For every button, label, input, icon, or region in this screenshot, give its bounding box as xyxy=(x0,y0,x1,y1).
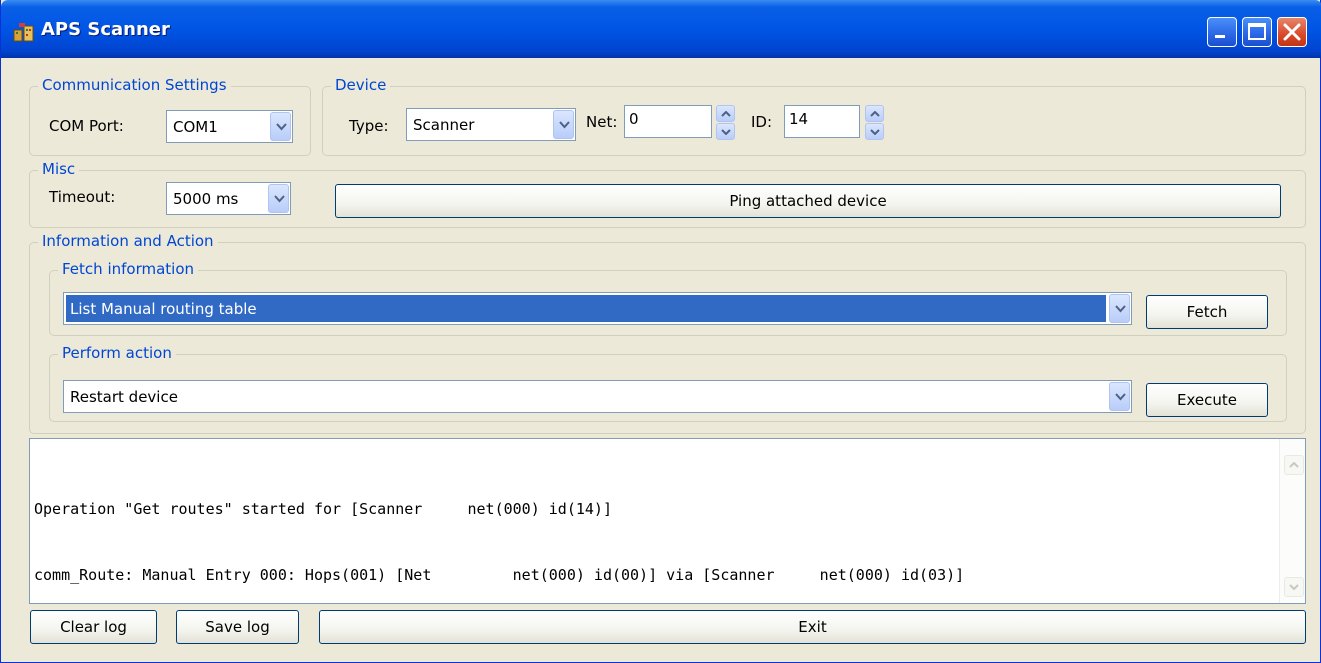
perform-action-dropdown-button[interactable] xyxy=(1109,382,1130,411)
log-line: Operation "Get routes" started for [Scan… xyxy=(34,500,612,518)
com-port-label: COM Port: xyxy=(49,117,124,135)
perform-action-select[interactable]: Restart device xyxy=(63,380,1132,413)
chevron-down-icon xyxy=(1289,584,1299,590)
com-port-value: COM1 xyxy=(173,118,218,136)
fetch-information-dropdown-button[interactable] xyxy=(1109,294,1130,323)
exit-button[interactable]: Exit xyxy=(319,610,1306,644)
save-log-button[interactable]: Save log xyxy=(176,610,299,644)
fetch-button[interactable]: Fetch xyxy=(1146,295,1268,329)
chevron-down-icon xyxy=(1115,305,1126,313)
id-decrement-button[interactable] xyxy=(865,123,884,140)
net-input[interactable]: 0 xyxy=(624,105,712,138)
timeout-value: 5000 ms xyxy=(173,190,239,208)
net-label: Net: xyxy=(586,113,618,131)
close-button[interactable] xyxy=(1277,17,1307,47)
title-bar[interactable]: APS Scanner xyxy=(1,0,1321,58)
chevron-up-icon xyxy=(721,111,731,117)
misc-legend: Misc xyxy=(38,160,80,178)
id-value: 14 xyxy=(789,110,809,128)
id-increment-button[interactable] xyxy=(865,105,884,122)
timeout-dropdown-button[interactable] xyxy=(268,184,289,213)
id-spinner[interactable] xyxy=(865,105,884,140)
id-label: ID: xyxy=(751,113,773,131)
information-action-legend: Information and Action xyxy=(38,232,218,250)
device-type-dropdown-button[interactable] xyxy=(553,110,574,139)
device-legend: Device xyxy=(331,76,391,94)
log-output[interactable]: Operation "Get routes" started for [Scan… xyxy=(29,438,1306,604)
log-scrollbar[interactable] xyxy=(1279,439,1305,603)
fetch-information-select[interactable]: List Manual routing table xyxy=(63,292,1132,325)
com-port-dropdown-button[interactable] xyxy=(270,112,291,141)
chevron-up-icon xyxy=(870,111,880,117)
net-spinner[interactable] xyxy=(716,105,735,140)
device-type-label: Type: xyxy=(349,117,389,135)
chevron-down-icon xyxy=(721,129,731,135)
chevron-down-icon xyxy=(559,121,570,129)
window-title: APS Scanner xyxy=(41,19,170,40)
maximize-button[interactable] xyxy=(1242,17,1272,47)
execute-button[interactable]: Execute xyxy=(1146,383,1268,417)
net-value: 0 xyxy=(629,110,639,128)
scroll-up-button[interactable] xyxy=(1284,455,1304,475)
chevron-down-icon xyxy=(1115,393,1126,401)
fetch-information-legend: Fetch information xyxy=(58,260,199,278)
minimize-icon xyxy=(1215,35,1225,38)
log-line: comm_Route: Manual Entry 000: Hops(001) … xyxy=(34,566,965,584)
net-increment-button[interactable] xyxy=(716,105,735,122)
chevron-down-icon xyxy=(274,195,285,203)
perform-action-legend: Perform action xyxy=(58,344,176,362)
timeout-select[interactable]: 5000 ms xyxy=(166,182,291,215)
net-decrement-button[interactable] xyxy=(716,123,735,140)
ping-device-button[interactable]: Ping attached device xyxy=(335,184,1281,218)
device-type-select[interactable]: Scanner xyxy=(406,108,576,141)
perform-action-value: Restart device xyxy=(70,388,178,406)
com-port-select[interactable]: COM1 xyxy=(166,110,293,143)
clear-log-button[interactable]: Clear log xyxy=(30,610,157,644)
close-icon xyxy=(1283,23,1301,41)
log-lines: Operation "Get routes" started for [Scan… xyxy=(34,454,964,630)
chevron-up-icon xyxy=(1289,462,1299,468)
chevron-down-icon xyxy=(870,129,880,135)
communication-settings-legend: Communication Settings xyxy=(38,76,231,94)
app-icon xyxy=(13,23,34,42)
device-type-value: Scanner xyxy=(413,116,475,134)
app-window: APS Scanner Communication Settings COM P… xyxy=(0,0,1321,663)
fetch-information-value: List Manual routing table xyxy=(70,300,257,318)
chevron-down-icon xyxy=(276,123,287,131)
scroll-down-button[interactable] xyxy=(1284,577,1304,597)
maximize-icon xyxy=(1248,23,1266,40)
id-input[interactable]: 14 xyxy=(784,105,860,138)
timeout-label: Timeout: xyxy=(49,188,116,206)
minimize-button[interactable] xyxy=(1207,17,1237,47)
